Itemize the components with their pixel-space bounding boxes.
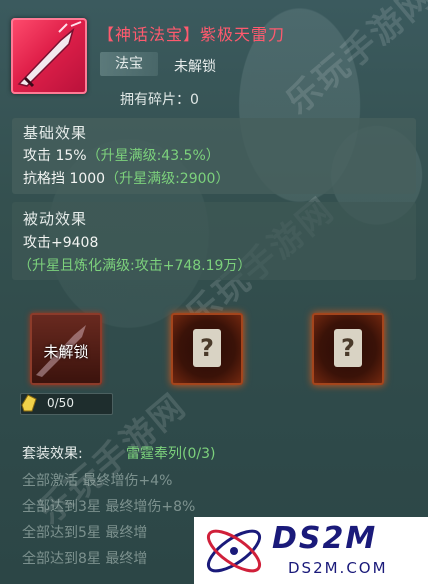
set-effect-line: 全部达到8星 最终增 <box>22 551 148 567</box>
set-slot-locked[interactable]: 未解锁 <box>30 313 102 385</box>
logo-text: DS2M <box>272 521 378 556</box>
watermark: 乐玩手游网 <box>278 0 428 123</box>
base-effect-line: 攻击 15%（升星满级:43.5%） <box>23 145 220 165</box>
passive-effect-value: 攻击+9408 <box>23 235 99 251</box>
item-type-badge: 法宝 <box>100 52 158 76</box>
atom-logo-icon <box>206 529 262 573</box>
set-effect-name: 雷霆奉列(0/3) <box>126 446 216 462</box>
base-effect-line: 抗格挡 1000（升星满级:2900） <box>23 168 229 188</box>
fragment-count: 拥有碎片：0 <box>120 92 199 108</box>
item-icon[interactable] <box>11 18 87 94</box>
set-effect-line: 全部激活 最终增伤+4% <box>22 473 173 489</box>
site-logo: DS2M DS2M.COM <box>194 517 428 584</box>
blade-icon <box>17 21 82 88</box>
item-state: 未解锁 <box>174 59 216 75</box>
question-icon: ? <box>334 329 362 367</box>
set-effect-line: 全部达到5星 最终增 <box>22 525 148 541</box>
stat-max: （升星满级:2900） <box>105 171 230 187</box>
shard-icon <box>21 394 37 412</box>
set-effect-line: 全部达到3星 最终增伤+8% <box>22 499 196 515</box>
progress-text: 0/50 <box>47 396 74 410</box>
stat-value: 攻击 15% <box>23 148 87 164</box>
set-slot-unknown[interactable]: ? <box>312 313 384 385</box>
item-title: 【神话法宝】紫极天雷刀 <box>98 25 286 44</box>
base-effect-panel: 基础效果 攻击 15%（升星满级:43.5%） 抗格挡 1000（升星满级:29… <box>12 118 416 194</box>
base-effect-title: 基础效果 <box>23 124 88 142</box>
logo-url: DS2M.COM <box>288 559 388 577</box>
set-slot-unknown[interactable]: ? <box>171 313 243 385</box>
question-icon: ? <box>193 329 221 367</box>
stat-max: （升星满级:43.5%） <box>86 148 220 164</box>
slot-locked-label: 未解锁 <box>43 343 89 361</box>
stat-value: 抗格挡 1000 <box>23 171 106 187</box>
passive-effect-max: （升星且炼化满级:攻击+748.19万） <box>18 258 252 274</box>
set-effect-title: 套装效果: <box>22 446 83 462</box>
passive-effect-panel: 被动效果 攻击+9408 （升星且炼化满级:攻击+748.19万） <box>12 202 416 280</box>
passive-effect-title: 被动效果 <box>23 210 88 228</box>
